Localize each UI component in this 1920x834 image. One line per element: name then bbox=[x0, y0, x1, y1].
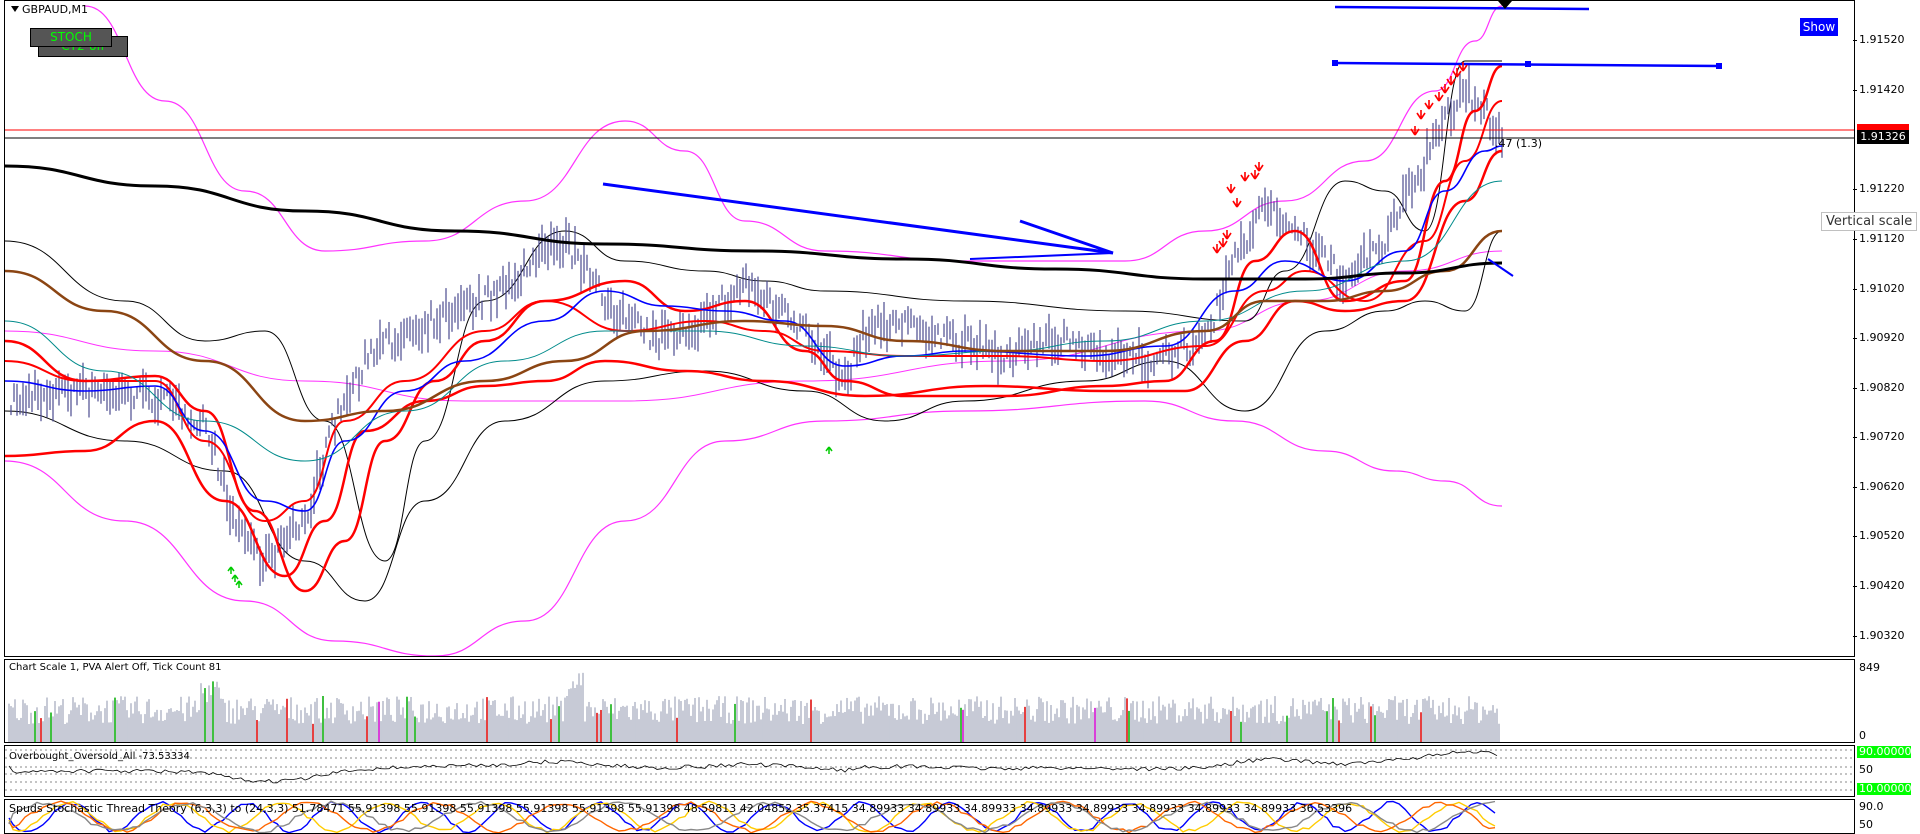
sell-arrow-icon bbox=[1440, 84, 1450, 94]
ob-pane-label: Overbought_Oversold_All -73.53334 bbox=[9, 751, 190, 762]
sell-arrow-icon bbox=[1232, 198, 1242, 208]
trendline-handle bbox=[1716, 63, 1722, 69]
volume-pane[interactable]: Chart Scale 1, PVA Alert Off, Tick Count… bbox=[4, 659, 1855, 743]
price-tick: 1.90420 bbox=[1853, 579, 1905, 592]
price-tick: 1.91420 bbox=[1853, 83, 1905, 96]
volume-min-label: 0 bbox=[1859, 729, 1866, 742]
sell-arrow-icon bbox=[1250, 170, 1260, 180]
price-tick: 1.90520 bbox=[1853, 529, 1905, 542]
price-tick: 1.90620 bbox=[1853, 480, 1905, 493]
price-tick: 1.90820 bbox=[1853, 381, 1905, 394]
price-tick: 1.91220 bbox=[1853, 182, 1905, 195]
stochastic-pane[interactable]: Spuds Stochastic Thread Theory (6,3,3) t… bbox=[4, 799, 1855, 834]
sell-arrow-icon bbox=[1212, 244, 1222, 254]
price-tick: 1.91520 bbox=[1853, 33, 1905, 46]
buy-arrow-icon bbox=[235, 580, 243, 588]
price-chart-canvas[interactable] bbox=[5, 1, 1855, 657]
sell-arrow-icon bbox=[1416, 110, 1426, 120]
blue-trend-arrow bbox=[602, 182, 1114, 255]
bar-annotation: .47 (1.3) bbox=[1495, 137, 1543, 150]
stoch-button-group[interactable]: CT2-off STOCH bbox=[30, 28, 128, 58]
symbol-label: GBPAUD,M1 bbox=[11, 3, 88, 16]
price-chart-pane[interactable]: GBPAUD,M1 CT2-off STOCH Show .47 (1.3) bbox=[4, 0, 1855, 657]
sell-arrow-icon bbox=[1218, 238, 1228, 248]
overbought-oversold-pane[interactable]: Overbought_Oversold_All -73.53334 bbox=[4, 745, 1855, 797]
sell-arrow-icon bbox=[1240, 172, 1250, 182]
current-price-tag: 1.91326 bbox=[1857, 130, 1909, 144]
dropdown-triangle-icon bbox=[11, 6, 19, 12]
blue-top-level bbox=[1334, 5, 1590, 11]
stoch-level-50: 50 bbox=[1859, 818, 1873, 831]
stoch-pane-label: Spuds Stochastic Thread Theory (6,3,3) t… bbox=[9, 802, 1353, 815]
show-button[interactable]: Show bbox=[1799, 17, 1839, 37]
volume-pane-label: Chart Scale 1, PVA Alert Off, Tick Count… bbox=[9, 662, 222, 673]
vertical-scale-tooltip: Vertical scale bbox=[1821, 212, 1918, 231]
symbol-text: GBPAUD,M1 bbox=[22, 3, 89, 16]
stoch-level-90: 90.0 bbox=[1859, 800, 1884, 813]
price-tick: 1.91120 bbox=[1853, 232, 1905, 245]
buy-arrow-icon bbox=[825, 446, 833, 454]
sell-arrow-icon bbox=[1254, 162, 1264, 172]
price-axis[interactable]: 1.91520 1.91420 1.91220 1.91120 1.91020 … bbox=[1853, 0, 1920, 657]
ob-oscillator-line bbox=[8, 750, 1498, 784]
volume-canvas bbox=[8, 672, 1500, 742]
ob-lower-tag: 10.00000 bbox=[1857, 782, 1912, 795]
trendline-handle bbox=[1332, 60, 1338, 66]
sell-arrow-icon bbox=[1434, 92, 1444, 102]
sell-arrow-icon bbox=[1410, 126, 1420, 136]
volume-max-label: 849 bbox=[1859, 661, 1880, 674]
price-tick: 1.91020 bbox=[1853, 282, 1905, 295]
sell-arrow-icon bbox=[1222, 230, 1232, 240]
sell-arrow-icon bbox=[1226, 184, 1236, 194]
brown-moving-average bbox=[5, 229, 1503, 423]
ob-upper-tag: 90.00000 bbox=[1857, 745, 1912, 758]
trendline-handle bbox=[1525, 61, 1531, 67]
ob-mid-label: 50 bbox=[1859, 763, 1873, 776]
price-tick: 1.90320 bbox=[1853, 629, 1905, 642]
buy-arrow-icon bbox=[231, 574, 239, 582]
price-tick: 1.90920 bbox=[1853, 331, 1905, 344]
price-tick: 1.90720 bbox=[1853, 430, 1905, 443]
stoch-button[interactable]: STOCH bbox=[30, 28, 112, 47]
sell-arrow-icon bbox=[1424, 100, 1434, 110]
buy-arrow-icon bbox=[227, 566, 235, 574]
ob-canvas bbox=[5, 749, 1854, 791]
blue-arrow-head-bottom bbox=[969, 252, 1114, 260]
